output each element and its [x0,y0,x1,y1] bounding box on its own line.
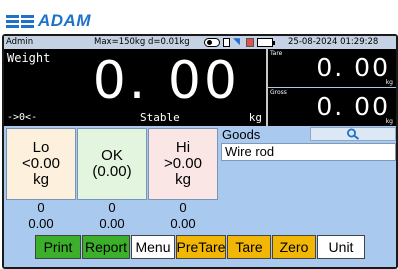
usb-icon [246,38,254,47]
wifi-icon: ◥ [233,37,240,47]
sd-card-icon [223,38,230,47]
battery-icon [257,38,275,47]
check-ok-stats: 0 0.00 [77,200,147,232]
status-icons: ◥ [204,37,275,48]
weight-value: 0. 00 [92,51,240,111]
tare-value: 0. 00 [316,53,390,82]
gross-value: 0. 00 [316,92,390,121]
brand-name: ADAM [38,11,91,30]
check-lo-cell[interactable]: Lo <0.00 kg [6,128,76,200]
zero-button[interactable]: Zero [272,235,316,259]
check-ok-total: 0.00 [99,216,125,231]
print-button[interactable]: Print [35,235,81,259]
check-hi-limit: >0.00 [164,155,202,172]
check-lo-limit: <0.00 [22,155,60,172]
unit-button[interactable]: Unit [317,235,365,259]
report-button[interactable]: Report [82,235,130,259]
stable-indicator: Stable [140,111,180,124]
check-hi-total: 0.00 [170,216,196,231]
tare-button[interactable]: Tare [227,235,271,259]
menu-button[interactable]: Menu [131,235,175,259]
check-hi-stats: 0 0.00 [148,200,218,232]
tare-unit: kg [385,79,393,86]
check-hi-count: 0 [179,200,187,215]
weight-display: Weight 0. 00 ->0<- Stable kg [4,49,266,126]
goods-field[interactable]: Wire rod [221,143,396,161]
gross-display: Gross 0. 00 kg [268,88,396,126]
current-user: Admin [6,37,34,47]
search-icon [347,128,360,140]
check-lo-unit: kg [33,171,49,188]
gross-unit: kg [385,118,393,125]
check-lo-count: 0 [37,200,45,215]
tare-label: Tare [270,50,283,57]
check-lo-total: 0.00 [28,216,54,231]
tare-display: Tare 0. 00 kg [268,49,396,87]
gross-label: Gross [270,89,287,96]
check-ok-count: 0 [108,200,116,215]
scale-device: Admin Max=150kg d=0.01kg ◥ 25-08-2024 01… [2,34,398,269]
pretare-button[interactable]: PreTare [176,235,226,259]
weight-label: Weight [7,51,51,65]
check-hi-title: Hi [175,139,191,156]
brand-logo: ADAM [6,10,91,32]
date-time: 25-08-2024 01:29:28 [288,37,379,47]
check-ok-cell[interactable]: OK (0.00) [77,128,147,200]
check-hi-unit: kg [175,171,191,188]
zero-indicator: ->0<- [7,112,38,123]
goods-search-button[interactable] [310,127,396,141]
status-bar: Admin Max=150kg d=0.01kg ◥ 25-08-2024 01… [4,36,396,49]
check-ok-range: (0.00) [92,163,132,180]
goods-label: Goods [222,127,261,142]
record-icon [204,38,220,47]
check-hi-cell[interactable]: Hi >0.00 kg [148,128,218,200]
scale-screen: Admin Max=150kg d=0.01kg ◥ 25-08-2024 01… [4,36,396,267]
capacity-info: Max=150kg d=0.01kg [94,37,190,47]
check-ok-title: OK [101,147,123,164]
adam-logo-icon [6,15,34,28]
weight-unit: kg [248,111,262,124]
check-lo-stats: 0 0.00 [6,200,76,232]
check-lo-title: Lo [32,139,50,156]
